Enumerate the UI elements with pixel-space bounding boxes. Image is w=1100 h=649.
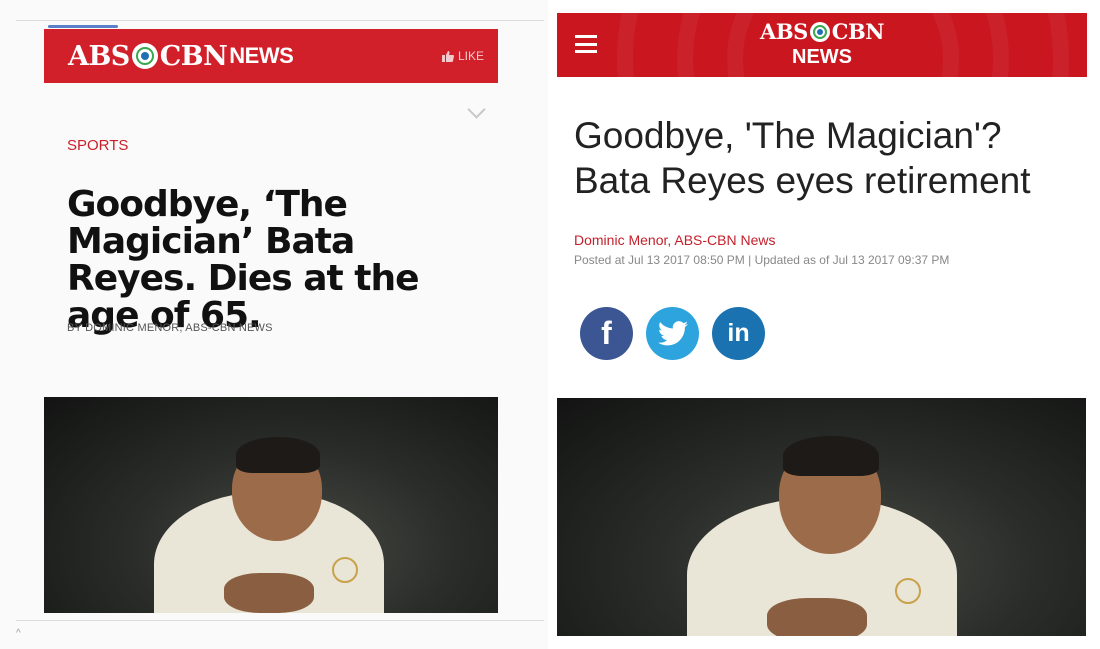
like-button[interactable]: LIKE bbox=[441, 49, 484, 63]
logo-abs: ABS bbox=[760, 19, 808, 44]
logo-eye-icon bbox=[131, 43, 158, 69]
posted-timestamp: Posted at Jul 13 2017 08:50 PM | Updated… bbox=[574, 253, 950, 267]
right-header-bar: ABS CBN NEWS bbox=[557, 13, 1087, 77]
author-link[interactable]: Dominic Menor, ABS-CBN News bbox=[574, 232, 776, 248]
article-photo bbox=[44, 397, 498, 613]
like-label: LIKE bbox=[457, 49, 484, 63]
caret-icon: ^ bbox=[16, 628, 21, 639]
abs-cbn-news-logo[interactable]: ABS CBN NEWS bbox=[68, 40, 294, 72]
twitter-icon bbox=[657, 321, 688, 346]
left-header-bar: ABS CBN NEWS LIKE bbox=[44, 29, 498, 83]
logo-news: NEWS bbox=[792, 46, 852, 68]
abs-cbn-news-logo[interactable]: ABS CBN NEWS bbox=[557, 19, 1087, 69]
facebook-icon: f bbox=[601, 315, 612, 351]
section-label[interactable]: SPORTS bbox=[67, 137, 128, 154]
divider bbox=[16, 20, 544, 21]
right-screenshot: ABS CBN NEWS Goodbye, 'The Magician'? Ba… bbox=[548, 0, 1100, 649]
logo-eye-icon bbox=[809, 21, 830, 42]
article-headline: Goodbye, ‘The Magician’ Bata Reyes. Dies… bbox=[67, 184, 420, 336]
divider bbox=[16, 620, 544, 621]
article-photo bbox=[557, 398, 1086, 636]
linkedin-share-button[interactable]: in bbox=[712, 307, 765, 360]
article-byline: BY DOMINIC MENOR, ABS-CBN NEWS bbox=[67, 322, 273, 334]
chevron-down-icon[interactable] bbox=[467, 100, 486, 119]
article-headline: Goodbye, 'The Magician'? Bata Reyes eyes… bbox=[574, 115, 1031, 201]
logo-abs: ABS bbox=[68, 40, 130, 72]
facebook-share-button[interactable]: f bbox=[580, 307, 633, 360]
twitter-share-button[interactable] bbox=[646, 307, 699, 360]
tab-indicator bbox=[48, 25, 118, 28]
thumbs-up-icon bbox=[441, 50, 454, 62]
logo-news: NEWS bbox=[229, 43, 294, 68]
share-buttons: f in bbox=[580, 307, 765, 360]
linkedin-icon: in bbox=[727, 319, 750, 347]
logo-cbn: CBN bbox=[831, 19, 885, 44]
left-screenshot: ABS CBN NEWS LIKE SPORTS Goodbye, ‘The M… bbox=[0, 0, 548, 649]
logo-cbn: CBN bbox=[159, 40, 228, 72]
